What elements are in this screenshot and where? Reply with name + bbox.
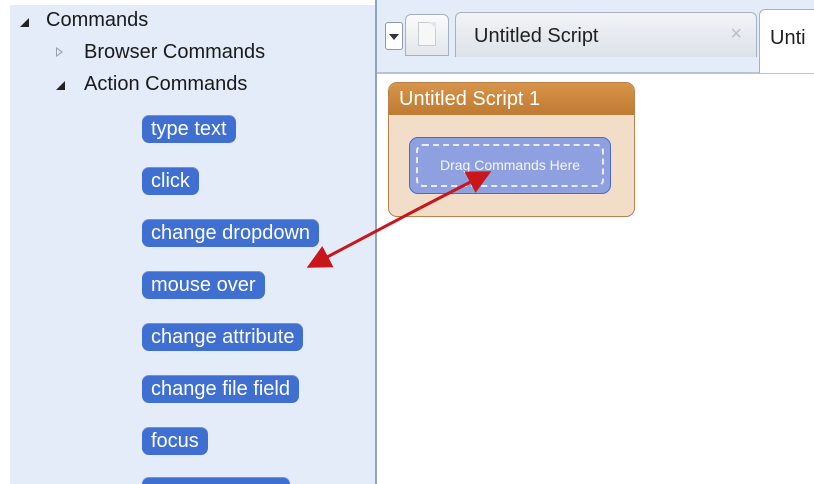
drop-zone-text: Drag Commands Here [416, 144, 604, 187]
tree-item-browser-commands[interactable]: Browser Commands [84, 41, 265, 64]
command-click[interactable]: click [142, 167, 199, 195]
command-mouse-over[interactable]: mouse over [142, 271, 265, 299]
command-change-file-field[interactable]: change file field [142, 375, 299, 403]
command-type-text[interactable]: type text [142, 115, 236, 143]
command-change-attribute[interactable]: change attribute [142, 323, 304, 351]
command-focus[interactable]: focus [142, 427, 208, 455]
command-partial[interactable] [142, 477, 290, 484]
script-block[interactable]: Untitled Script 1 Drag Commands Here [388, 82, 635, 217]
tab-dropdown-chevron-icon[interactable] [385, 22, 403, 50]
new-script-button[interactable] [405, 14, 449, 56]
document-icon [418, 22, 436, 46]
tree-root-commands[interactable]: Commands [46, 9, 148, 32]
tree-item-action-commands[interactable]: Action Commands [84, 73, 247, 96]
script-title: Untitled Script 1 [389, 83, 634, 115]
expand-triangle-icon[interactable] [20, 18, 29, 27]
command-tree-panel: Commands Browser Commands Action Command… [10, 5, 375, 484]
tab-untitled-script[interactable]: Untitled Script × [455, 12, 757, 57]
command-drop-zone[interactable]: Drag Commands Here [409, 137, 611, 194]
collapsed-triangle-icon[interactable] [56, 47, 63, 57]
tab-label: Untitled Script [474, 25, 599, 47]
tab-label: Unti [770, 27, 806, 49]
tab-strip: Untitled Script × Unti [377, 0, 814, 74]
command-change-dropdown[interactable]: change dropdown [142, 219, 320, 247]
tab-untitled-active[interactable]: Unti [759, 9, 814, 73]
close-icon[interactable]: × [730, 23, 742, 46]
expand-triangle-icon[interactable] [56, 81, 65, 90]
